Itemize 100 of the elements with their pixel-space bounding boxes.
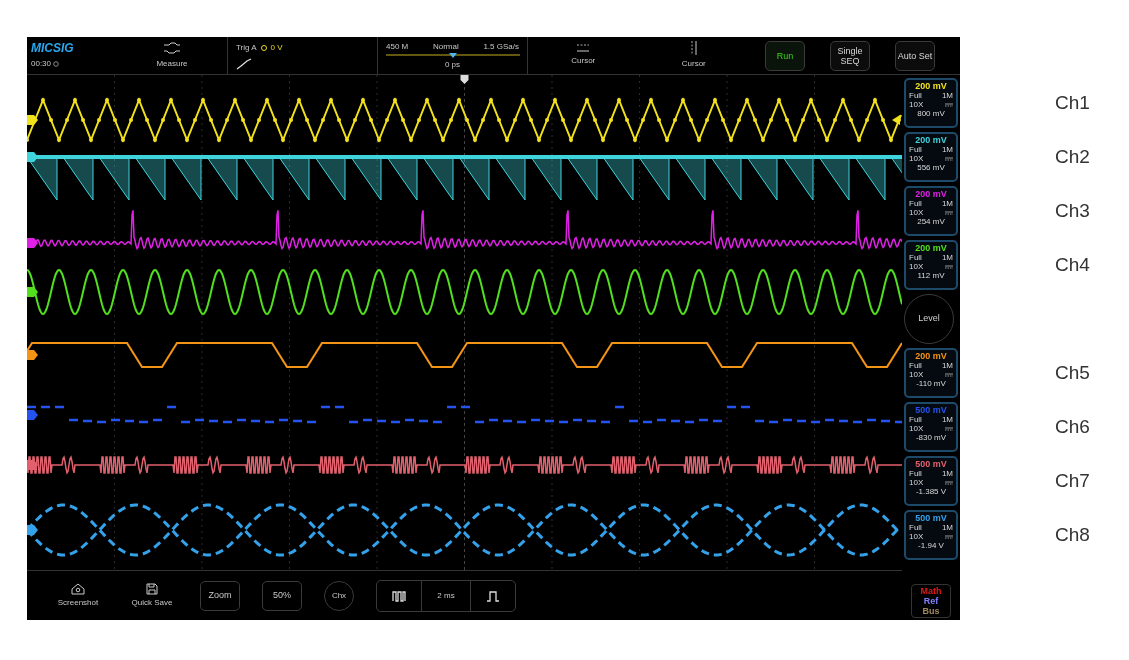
channel-settings-card[interactable]: 200 mV Full 1M 10X 112 mV [904, 240, 958, 290]
impedance-setting: 1M [941, 145, 953, 154]
vertical-scale: 500 mV [915, 405, 947, 415]
control-button[interactable]: Single SEQ [830, 40, 870, 71]
vertical-scale: 500 mV [915, 459, 947, 469]
channel-label: Ch4 [1055, 252, 1090, 277]
channel-offset: -830 mV [915, 433, 947, 442]
vertical-cursor-icon [689, 41, 698, 55]
status-ring-icon [53, 60, 60, 67]
channel-label: Ch6 [1055, 414, 1090, 439]
horizontal-cursor-icon [576, 44, 591, 52]
trigger-level: 0 V [270, 41, 283, 54]
mode-label: Bus [922, 606, 940, 616]
channel-offset: 556 mV [917, 163, 945, 172]
probe-setting: 10X [909, 154, 924, 163]
cursor-button[interactable]: Cursor [681, 41, 706, 70]
probe-setting: 10X [909, 424, 924, 433]
bandwidth-setting: Full [909, 469, 922, 478]
channel-marker-icon[interactable] [27, 525, 38, 535]
channel-marker-icon[interactable] [27, 152, 38, 162]
channel-offset: 800 mV [917, 109, 945, 118]
probe-setting: 10X [909, 532, 924, 541]
probe-setting: 10X [909, 208, 924, 217]
channel-marker-icon[interactable] [27, 238, 38, 248]
impedance-setting: 1M [941, 361, 953, 370]
measure-button[interactable]: Measure [117, 37, 227, 74]
channel-settings-card[interactable]: 200 mV Full 1M 10X -110 mV [904, 348, 958, 398]
trigger-position-icon[interactable] [460, 75, 469, 84]
timebase-value: 2 ms [436, 589, 456, 602]
home-icon [71, 582, 85, 595]
impedance-setting: 1M [941, 523, 953, 532]
vertical-scale: 200 mV [915, 243, 947, 253]
channel-offset: 112 mV [917, 271, 945, 280]
control-button[interactable]: Run [765, 40, 805, 71]
channel-offset: -110 mV [916, 379, 946, 388]
dc-coupling-icon [945, 210, 953, 215]
channel-offset: -1.94 V [918, 541, 944, 550]
channel-label: Ch7 [1055, 468, 1090, 493]
channel-settings-card[interactable]: 200 mV Full 1M 10X 254 mV [904, 186, 958, 236]
channel-settings-card[interactable]: 500 mV Full 1M 10X -1.94 V [904, 510, 958, 560]
impedance-setting: 1M [941, 91, 953, 100]
impedance-setting: 1M [941, 469, 953, 478]
dc-coupling-icon [945, 480, 953, 485]
bandwidth-setting: Full [909, 361, 922, 370]
quick-save-button[interactable]: Quick Save [126, 582, 178, 609]
bandwidth-setting: Full [909, 145, 922, 154]
bandwidth-setting: Full [909, 199, 922, 208]
dc-coupling-icon [945, 264, 953, 269]
sample-rate: 1.5 GSa/s [483, 40, 519, 53]
channel-label: Ch5 [1055, 360, 1090, 385]
channel-offset: 254 mV [917, 217, 945, 226]
memory-depth: 450 M [386, 40, 409, 53]
vertical-scale: 200 mV [915, 351, 947, 361]
bandwidth-setting: Full [909, 253, 922, 262]
channel-settings-card[interactable]: 200 mV Full 1M 10X 556 mV [904, 132, 958, 182]
probe-setting: 10X [909, 370, 924, 379]
zoom-button[interactable]: Zoom [200, 580, 240, 611]
probe-setting: 10X [909, 100, 924, 109]
screenshot-button[interactable]: Screenshot [52, 582, 104, 609]
dc-coupling-icon [945, 426, 953, 431]
channel-settings-card[interactable]: 500 mV Full 1M 10X -1.385 V [904, 456, 958, 506]
trigger-level-icon[interactable] [892, 115, 900, 125]
rising-edge-icon [236, 57, 252, 70]
channel-settings-card[interactable]: 200 mV Full 1M 10X 800 mV [904, 78, 958, 128]
acquisition-mode: Normal [432, 40, 459, 53]
channel-label: Ch8 [1055, 522, 1090, 547]
impedance-setting: 1M [941, 199, 953, 208]
narrow-pulse-icon [392, 589, 406, 602]
vertical-scale: 200 mV [915, 81, 947, 91]
probe-setting: 10X [909, 262, 924, 271]
cursor-button[interactable]: Cursor [571, 44, 596, 67]
trigger-label: Trig A [236, 41, 257, 54]
channel-label: Ch3 [1055, 198, 1090, 223]
channel-label: Ch2 [1055, 144, 1090, 169]
bandwidth-setting: Full [909, 415, 922, 424]
mode-label: Math [920, 586, 942, 596]
channel-label: Ch1 [1055, 90, 1090, 115]
channel-marker-icon[interactable] [27, 460, 38, 470]
trigger-fifty-button[interactable]: 50% [262, 580, 302, 611]
clock-time: 00:30 [31, 57, 52, 70]
impedance-setting: 1M [941, 415, 953, 424]
dc-coupling-icon [945, 372, 953, 377]
brand-logo: MICSIG [31, 41, 75, 54]
vertical-scale: 200 mV [915, 189, 947, 199]
trigger-source-icon [260, 44, 267, 51]
channel-settings-card[interactable]: 500 mV Full 1M 10X -830 mV [904, 402, 958, 452]
channel-marker-icon[interactable] [27, 350, 38, 360]
trigger-delay: 0 ps [444, 58, 461, 71]
math-ref-bus-panel[interactable]: Math Ref Bus [911, 584, 951, 618]
level-button[interactable]: Level [904, 294, 954, 344]
wide-pulse-icon [486, 589, 500, 602]
channel-marker-icon[interactable] [27, 287, 38, 297]
channel-offset: -1.385 V [915, 487, 947, 496]
channel-marker-icon[interactable] [27, 115, 38, 125]
control-button[interactable]: Auto Set [895, 40, 935, 71]
measure-icon [163, 41, 181, 54]
vertical-scale: 200 mV [915, 135, 947, 145]
impedance-setting: 1M [941, 253, 953, 262]
channel-marker-icon[interactable] [27, 410, 38, 420]
probe-setting: 10X [909, 478, 924, 487]
